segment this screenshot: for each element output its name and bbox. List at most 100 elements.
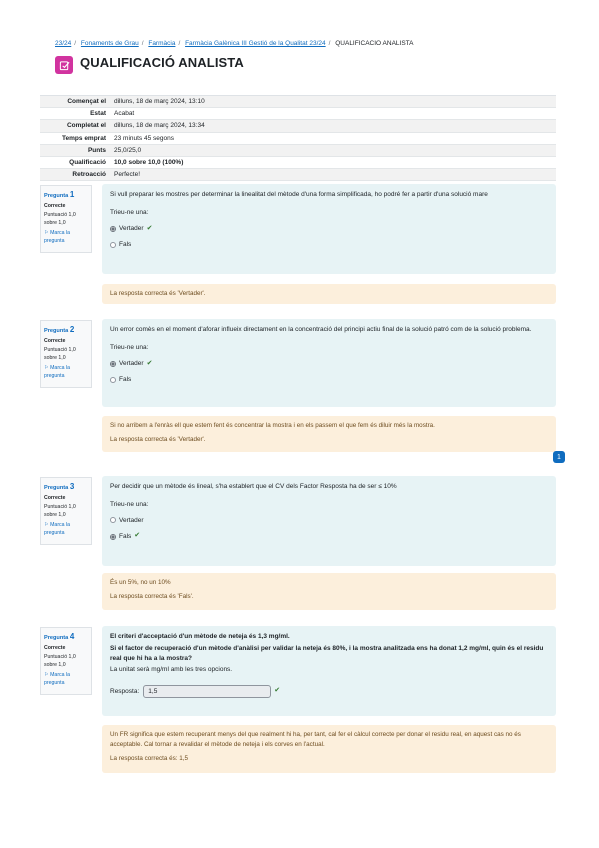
flag-question-link[interactable]: ⚐ Marca la pregunta [44,522,88,537]
answer-option[interactable]: Vertader ✔ [110,224,548,235]
summary-value: dilluns, 18 de març 2024, 13:34 [114,122,205,130]
summary-key: Començat el [67,98,106,105]
question-grade: Puntuació 1,0 sobre 1,0 [44,347,76,361]
answer-row: Resposta: 1,5 ✔ [110,685,548,698]
breadcrumb-item[interactable]: Farmàcia [148,40,175,47]
radio-selected[interactable] [110,533,116,540]
flag-icon: ⚐ [44,672,49,679]
summary-value: 25,0/25,0 [114,146,142,154]
question-number: Pregunta 3 [44,482,75,491]
summary-value: Perfecte! [114,171,141,179]
radio-selected[interactable] [110,360,116,367]
question-info: Pregunta 3 Correcte Puntuació 1,0 sobre … [40,477,92,545]
question-info: Pregunta 4 Correcte Puntuació 1,0 sobre … [40,627,92,695]
question-state: Correcte [44,644,66,651]
question-state: Correcte [44,494,66,501]
breadcrumb: 23/24/ Fonaments de Grau / Farmàcia / Farm… [55,40,575,47]
summary-key: Qualificació [69,158,106,166]
answer-label: Resposta: [110,687,140,695]
breadcrumb-item[interactable]: Fonaments de Grau [81,40,139,47]
question-state: Correcte [44,337,66,344]
summary-key: Temps emprat [62,134,106,142]
flag-icon: ⚐ [44,522,49,529]
summary-row: Retroacció Perfecte! [40,169,556,182]
answer-input[interactable]: 1,5 [143,685,272,698]
breadcrumb-separator: / [328,40,331,47]
breadcrumb-item[interactable]: 23/24 [55,40,71,47]
right-answer: La resposta correcta és 'Fals'. [110,592,194,600]
general-feedback: Si no arribem a l'enràs ell que estem fe… [110,422,435,429]
question-text-detail: Si el factor de recuperació d'un mètode … [110,644,544,662]
question-text: Si vull preparar les mostres per determi… [110,191,488,198]
attempt-summary-table: Començat el dilluns, 18 de març 2024, 13:… [40,95,556,182]
breadcrumb-separator: / [141,40,144,47]
question-feedback: La resposta correcta és 'Vertader'. [102,284,556,304]
question-number: Pregunta 1 [44,190,75,199]
breadcrumb-separator: / [74,40,77,47]
summary-key: Punts [87,146,106,154]
breadcrumb-current: QUALIFICACIÓ ANALISTA [335,40,414,47]
summary-value: Acabat [114,110,135,118]
quiz-icon [55,56,73,74]
question-feedback: És un 5%, no un 10% La resposta correcta… [102,573,556,610]
question-note: La unitat serà mg/ml amb les tres opcion… [110,666,233,674]
question-grade: Puntuació 1,0 sobre 1,0 [44,654,76,668]
radio-unselected[interactable] [110,241,116,248]
summary-row: Estat Acabat [40,108,556,121]
summary-row: Completat el dilluns, 18 de març 2024, 13… [40,120,556,133]
summary-row: Temps emprat 23 minuts 45 segons [40,133,556,145]
question-content: El criteri d'acceptació d'un mètode de n… [102,626,556,716]
question-number: Pregunta 4 [44,632,75,641]
answer-option[interactable]: Fals ✔ [110,531,548,542]
check-icon: ✔ [146,359,153,367]
answer-option[interactable]: Fals [110,375,548,385]
general-feedback: És un 5%, no un 10% [110,579,171,586]
summary-row: Qualificació 10,0 sobre 10,0 (100%) [40,157,556,170]
flag-question-link[interactable]: ⚐ Marca la pregunta [44,365,88,380]
summary-row: Punts 25,0/25,0 [40,144,556,157]
flag-icon: ⚐ [44,365,49,372]
question-prompt: Trieu-ne una: [110,343,149,351]
answer-option[interactable]: Vertader [110,516,548,526]
summary-key: Retroacció [72,171,106,179]
summary-value: dilluns, 18 de març 2024, 13:10 [114,98,205,105]
question-grade: Puntuació 1,0 sobre 1,0 [44,504,76,518]
radio-selected[interactable] [110,225,116,232]
summary-key: Estat [90,110,106,118]
flag-question-link[interactable]: ⚐ Marca la pregunta [44,230,88,245]
question-text: Un error comès en el moment d'aforar inf… [110,326,532,333]
question-grade: Puntuació 1,0 sobre 1,0 [44,212,76,226]
question-number: Pregunta 2 [44,325,75,334]
question-content: Un error comès en el moment d'aforar inf… [102,319,556,407]
summary-value: 23 minuts 45 segons [114,134,174,142]
check-icon: ✔ [134,532,141,540]
right-answer: La resposta correcta és 'Vertader'. [110,435,206,443]
answer-option[interactable]: Vertader ✔ [110,359,548,370]
question-prompt: Trieu-ne una: [110,208,149,216]
page-title: QUALIFICACIÓ ANALISTA [80,55,244,70]
right-answer: La resposta correcta és: 1,5 [110,754,189,762]
question-info: Pregunta 2 Correcte Puntuació 1,0 sobre … [40,320,92,388]
question-info: Pregunta 1 Correcte Puntuació 1,0 sobre … [40,185,92,253]
general-feedback: Un FR significa que estem recuperant men… [110,731,521,748]
flag-icon: ⚐ [44,230,49,237]
summary-row: Començat el dilluns, 18 de març 2024, 13:… [40,96,556,109]
check-icon: ✔ [274,687,281,695]
right-answer: La resposta correcta és 'Vertader'. [110,290,206,297]
summary-value: 10,0 sobre 10,0 (100%) [114,158,184,166]
side-panel-toggle-button[interactable]: 1 [553,451,565,463]
breadcrumb-item[interactable]: Farmàcia Galènica III Gestió de la Quali… [185,40,326,47]
question-text: Per decidir que un mètode és lineal, s'h… [110,483,397,490]
breadcrumb-separator: / [178,40,181,47]
radio-unselected[interactable] [110,376,116,383]
radio-unselected[interactable] [110,517,116,524]
question-state: Correcte [44,202,66,209]
question-content: Si vull preparar les mostres per determi… [102,184,556,274]
answer-option[interactable]: Fals [110,240,548,250]
question-feedback: Un FR significa que estem recuperant men… [102,725,556,773]
question-prompt: Trieu-ne una: [110,500,149,508]
question-feedback: Si no arribem a l'enràs ell que estem fe… [102,416,556,452]
check-icon: ✔ [146,224,153,232]
question-content: Per decidir que un mètode és lineal, s'h… [102,476,556,566]
flag-question-link[interactable]: ⚐ Marca la pregunta [44,672,88,687]
